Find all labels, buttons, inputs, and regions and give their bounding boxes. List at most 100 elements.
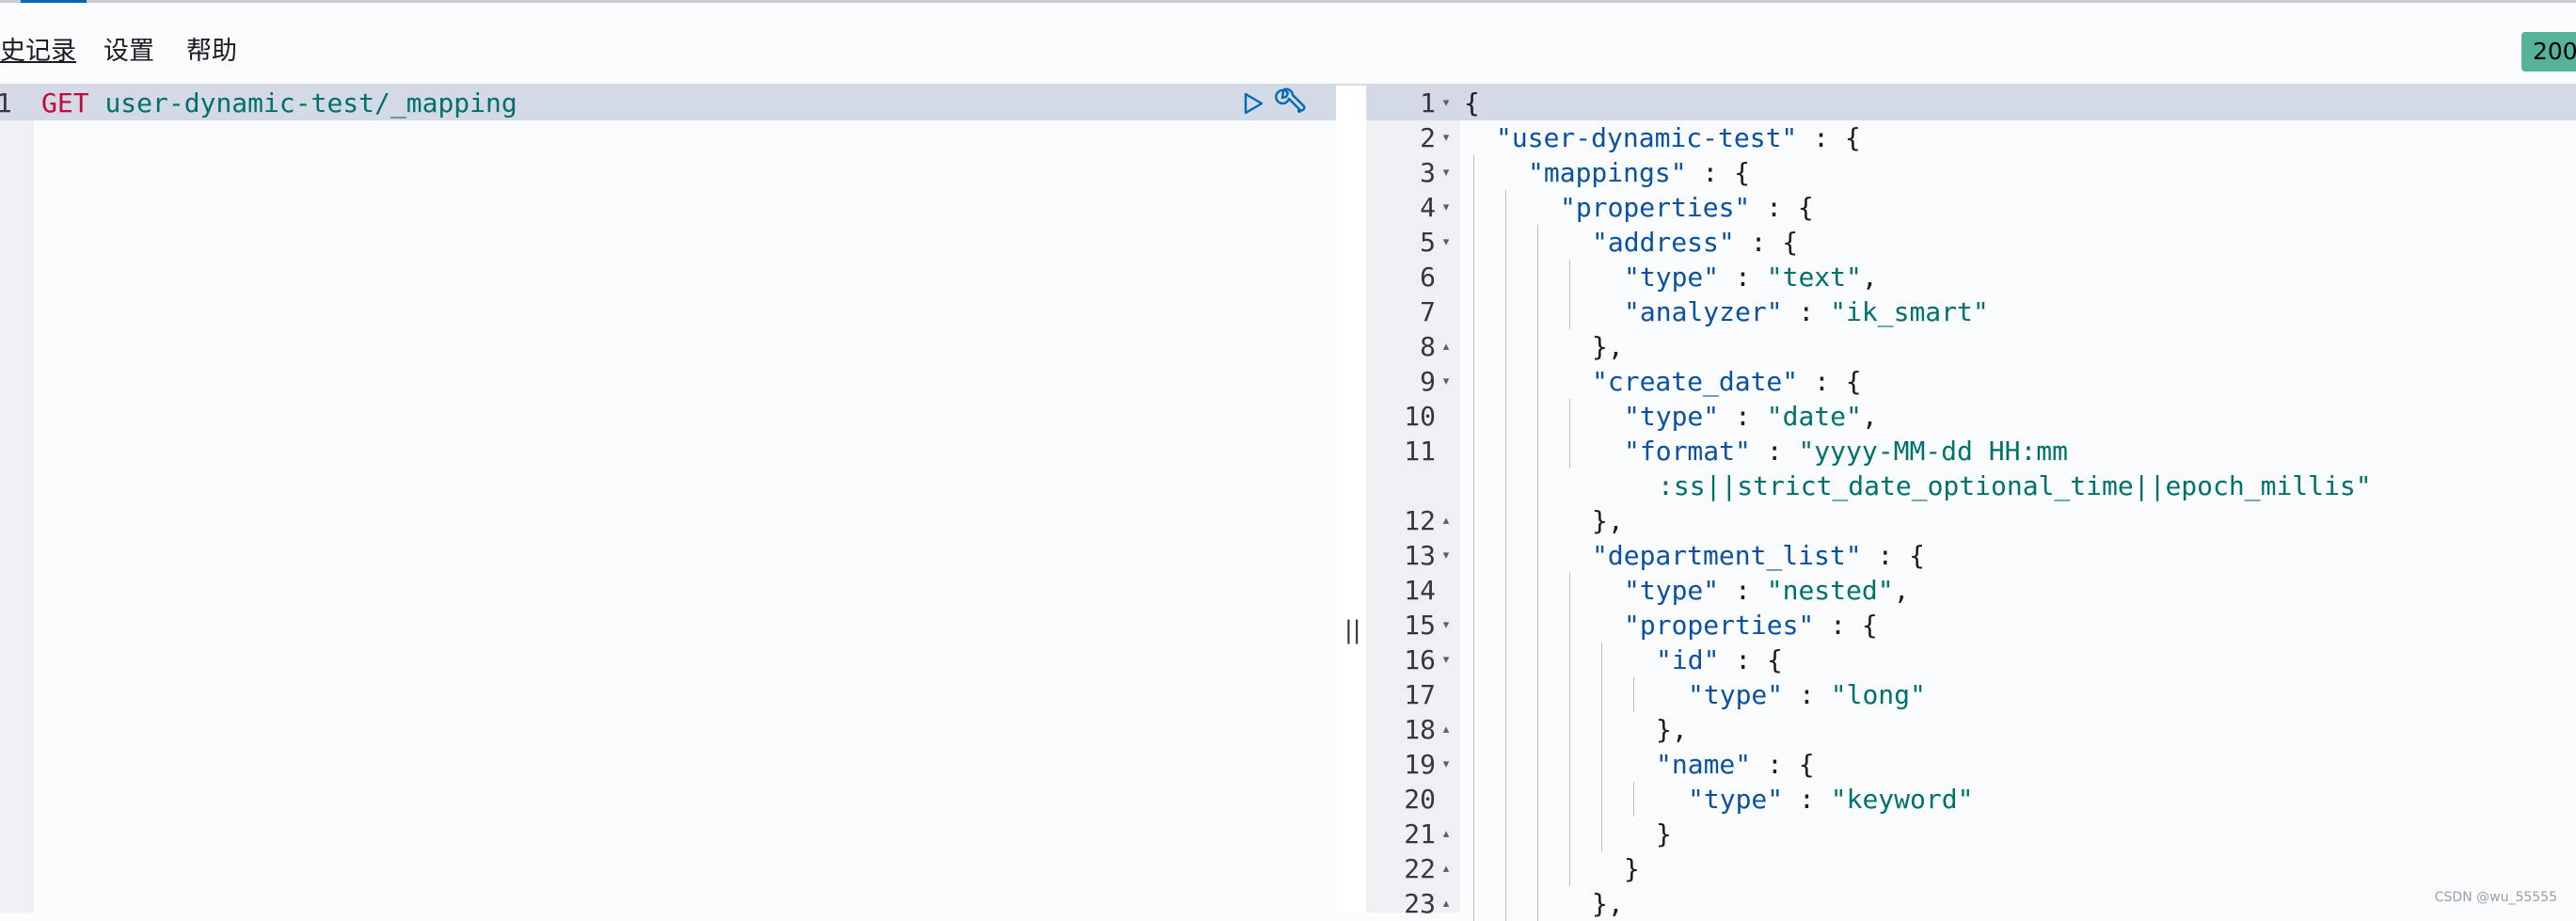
json-punctuation: : [1719, 262, 1767, 293]
fold-toggle-icon[interactable]: ▾ [1439, 225, 1453, 260]
response-line: 17"type" : "long" [1366, 677, 2576, 712]
fold-toggle-icon[interactable]: ▾ [1439, 86, 1453, 120]
fold-toggle-icon[interactable]: ▾ [1439, 747, 1453, 782]
indent-guide [1601, 643, 1602, 677]
play-icon[interactable] [1240, 90, 1266, 117]
indent-guide [1473, 434, 1474, 468]
indent-guide [1537, 225, 1538, 260]
json-key: "properties" [1560, 192, 1750, 223]
response-code-text: }, [1592, 503, 1624, 538]
indent-guide [1569, 399, 1570, 434]
unfold-toggle-icon[interactable]: ▴ [1439, 851, 1453, 886]
indent-guide [1473, 225, 1474, 260]
unfold-toggle-icon[interactable]: ▴ [1439, 329, 1453, 364]
fold-toggle-icon[interactable]: ▾ [1439, 608, 1453, 643]
json-punctuation: : { [1719, 644, 1782, 675]
response-line: 1▾{ [1366, 86, 2576, 120]
indent-guide [1505, 782, 1506, 817]
indent-guide [1473, 608, 1474, 643]
json-punctuation: : { [1797, 122, 1860, 153]
fold-toggle-icon[interactable]: ▾ [1439, 155, 1453, 190]
response-line-number: 22 [1366, 851, 1436, 886]
response-line-number: 14 [1366, 573, 1436, 608]
fold-toggle-icon[interactable]: ▾ [1439, 643, 1453, 677]
indent-guide [1505, 712, 1506, 747]
indent-guide [1537, 712, 1538, 747]
indent-guide [1569, 643, 1570, 677]
fold-toggle-icon[interactable]: ▾ [1439, 538, 1453, 573]
pane-splitter[interactable]: || [1336, 86, 1366, 913]
json-key: "type" [1688, 679, 1783, 710]
json-punctuation: , [1894, 575, 1910, 606]
indent-guide [1569, 747, 1570, 782]
status-badge: 200 [2521, 32, 2576, 71]
response-line: 22▴} [1366, 851, 2576, 886]
json-key: "properties" [1624, 610, 1814, 641]
help-menu-item[interactable]: 帮助 [186, 35, 237, 69]
json-key: "format" [1624, 436, 1751, 467]
console-menubar: 史记录 设置 帮助 200 [0, 3, 2576, 84]
fold-toggle-icon[interactable]: ▾ [1439, 364, 1453, 399]
json-string: "yyyy-MM-dd HH:mm [1798, 436, 2068, 467]
response-line-number: 10 [1366, 399, 1436, 434]
response-line-number: 19 [1366, 747, 1436, 782]
json-key: "mappings" [1528, 157, 1687, 188]
double-bar-icon[interactable]: || [1344, 616, 1361, 644]
indent-guide [1473, 468, 1474, 503]
response-code-text: :ss||strict_date_optional_time||epoch_mi… [1658, 468, 2372, 503]
indent-guide [1505, 643, 1506, 677]
fold-toggle-icon[interactable]: ▾ [1439, 120, 1453, 155]
response-line: 2▾ "user-dynamic-test" : { [1366, 120, 2576, 155]
fold-toggle-icon[interactable]: ▾ [1439, 190, 1453, 225]
indent-guide [1537, 851, 1538, 886]
json-key: "create_date" [1592, 366, 1798, 397]
unfold-toggle-icon[interactable]: ▴ [1439, 886, 1453, 921]
json-string: "long" [1831, 679, 1926, 710]
json-string: "date" [1767, 401, 1862, 432]
history-menu-item[interactable]: 史记录 [0, 35, 76, 69]
json-punctuation: : { [1814, 610, 1877, 641]
indent-guide [1505, 294, 1506, 329]
json-punctuation: : { [1862, 540, 1925, 571]
request-line[interactable]: GET user-dynamic-test/_mapping [41, 86, 517, 120]
response-line-number: 12 [1366, 503, 1436, 538]
json-string: :ss||strict_date_optional_time||epoch_mi… [1658, 470, 2372, 501]
unfold-toggle-icon[interactable]: ▴ [1439, 503, 1453, 538]
settings-menu-item[interactable]: 设置 [103, 35, 154, 69]
indent-guide [1569, 712, 1570, 747]
unfold-toggle-icon[interactable]: ▴ [1439, 712, 1453, 747]
indent-guide [1505, 747, 1506, 782]
indent-guide [1601, 747, 1602, 782]
response-code-text: "properties" : { [1560, 190, 1814, 225]
indent-guide [1473, 329, 1474, 364]
response-line: 9▾"create_date" : { [1366, 364, 2576, 399]
json-key: "name" [1656, 749, 1751, 780]
indent-guide [1505, 573, 1506, 608]
indent-guide [1601, 677, 1602, 712]
response-line: 20"type" : "keyword" [1366, 782, 2576, 817]
indent-guide [1505, 538, 1506, 573]
response-viewer[interactable]: 1▾{2▾"user-dynamic-test" : {3▾"mappings"… [1366, 86, 2576, 913]
response-code-text: "name" : { [1656, 747, 1815, 782]
response-code-text: "type" : "nested", [1624, 573, 1909, 608]
json-key: "type" [1624, 401, 1719, 432]
response-code-text: "department_list" : { [1592, 538, 1925, 573]
response-code-text: "properties" : { [1624, 608, 1878, 643]
wrench-icon[interactable] [1274, 87, 1308, 119]
json-key: "user-dynamic-test" [1496, 122, 1797, 153]
indent-guide [1473, 538, 1474, 573]
response-line-number: 2 [1366, 120, 1436, 155]
watermark: CSDN @wu_55555 [2435, 890, 2557, 905]
response-code-text: } [1656, 817, 1672, 851]
response-line: 12▴}, [1366, 503, 2576, 538]
indent-guide [1473, 155, 1474, 190]
unfold-toggle-icon[interactable]: ▴ [1439, 817, 1453, 851]
indent-guide [1537, 260, 1538, 294]
response-line: 19▾ "name" : { [1366, 747, 2576, 782]
indent-guide [1473, 851, 1474, 886]
response-line: 6"type" : "text", [1366, 260, 2576, 294]
indent-guide [1537, 399, 1538, 434]
request-editor[interactable]: 1 GET user-dynamic-test/_mapping [0, 86, 1336, 913]
indent-guide [1569, 294, 1570, 329]
indent-guide [1473, 677, 1474, 712]
